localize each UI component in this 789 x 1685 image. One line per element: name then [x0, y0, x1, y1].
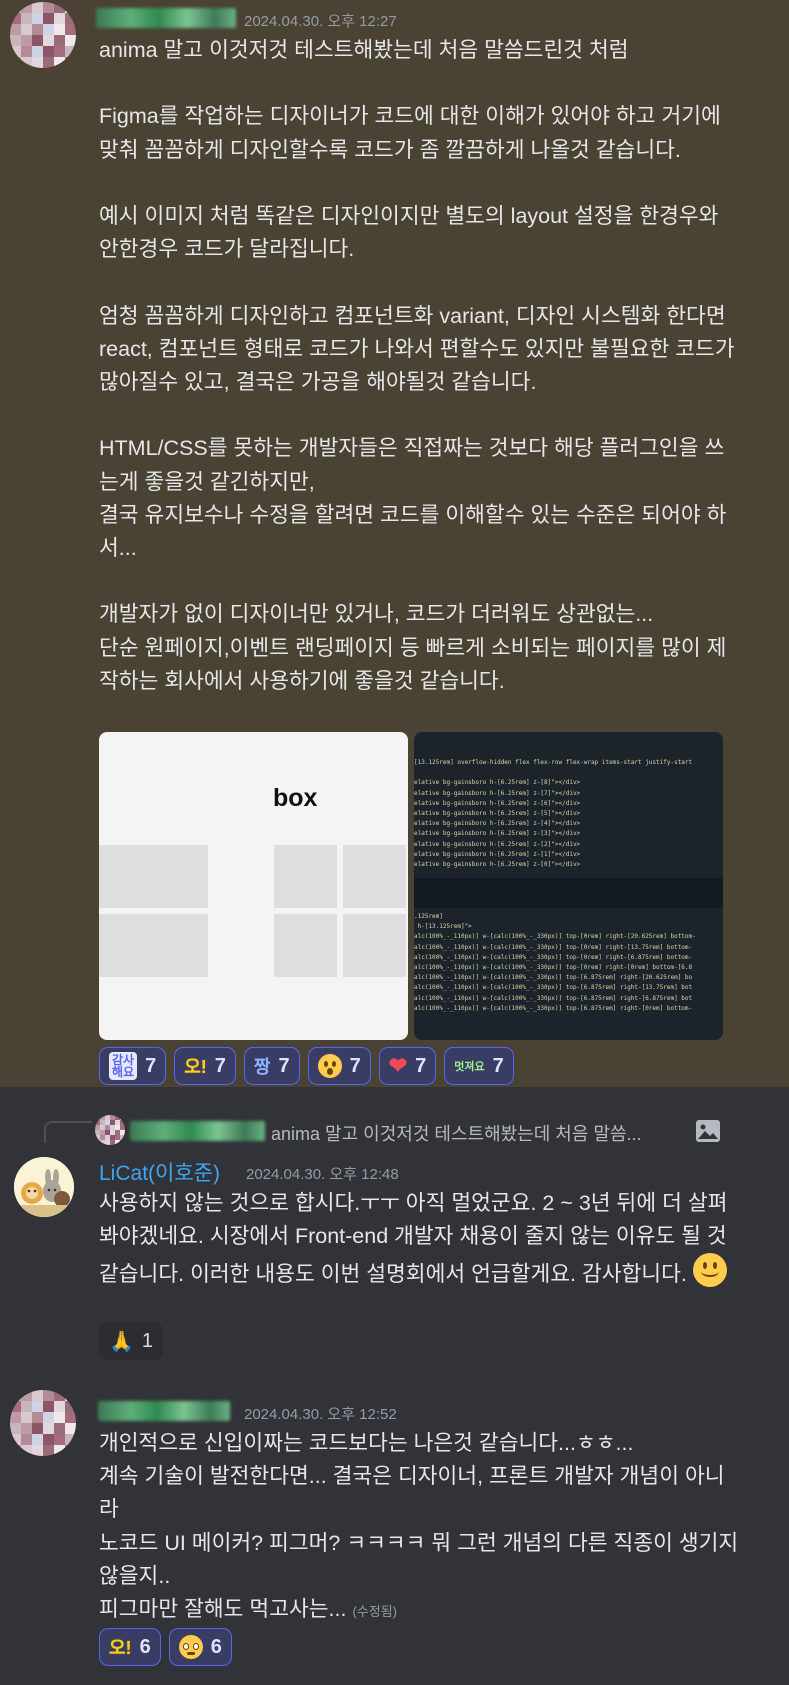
gray-square [145, 914, 208, 977]
reaction-count: 7 [415, 1054, 427, 1077]
code-line: elative bg-gainsboro h-[6.25rem] z-[3]">… [414, 830, 581, 838]
reaction-pray[interactable]: 🙏 1 [99, 1322, 164, 1360]
message-text: 개인적으로 신입이짜는 코드보다는 나은것 같습니다...ㅎㅎ... 계속 기술… [99, 1431, 739, 1622]
user-avatar-pixelated[interactable] [10, 2, 76, 68]
message-content: anima 말고 이것저것 테스트해봤는데 처음 말씀드린것 처럼 Figma를… [99, 38, 735, 693]
reply-preview-text[interactable]: anima 말고 이것저것 테스트해봤는데 처음 말씀... [271, 1120, 642, 1146]
reaction-thanks[interactable]: 감사 해요 7 [99, 1047, 167, 1085]
reaction-count: 1 [141, 1329, 154, 1352]
code-line: alc(100%_-_110px)] w-[calc(100%_-_330px)… [414, 933, 696, 941]
author-name[interactable]: LiCat(이호준) [99, 1157, 220, 1187]
code-line: alc(100%_-_110px)] w-[calc(100%_-_330px)… [414, 953, 693, 961]
reaction-jjang[interactable]: 짱 7 [243, 1047, 300, 1085]
code-line: elative bg-gainsboro h-[6.25rem] z-[6]">… [414, 799, 581, 807]
thanks-badge-icon: 감사 해요 [109, 1052, 138, 1080]
reaction-count: 6 [139, 1635, 151, 1658]
code-line: h-[13.125rem]"> [414, 923, 472, 931]
reaction-count: 7 [349, 1054, 361, 1077]
reaction-bar: 오! 6 6 [99, 1628, 232, 1666]
username-blurred[interactable] [96, 8, 236, 28]
reaction-bar: 🙏 1 [99, 1322, 164, 1360]
reaction-pleading[interactable]: 6 [168, 1628, 232, 1666]
folded-hands-icon: 🙏 [109, 1330, 134, 1353]
code-line: alc(100%_-_110px)] w-[calc(100%_-_330px)… [414, 974, 693, 982]
oh-text-icon: 오! [184, 1057, 207, 1077]
message-content: 개인적으로 신입이짜는 코드보다는 나은것 같습니다...ㅎㅎ... 계속 기술… [99, 1427, 739, 1628]
reply-connector [44, 1121, 92, 1143]
code-line: alc(100%_-_110px)] w-[calc(100%_-_330px)… [414, 943, 693, 951]
reaction-count: 6 [210, 1635, 222, 1658]
reaction-count: 7 [214, 1054, 226, 1077]
message-timestamp: 2024.04.30. 오후 12:27 [244, 13, 397, 30]
code-line: alc(100%_-_110px)] w-[calc(100%_-_330px)… [414, 994, 693, 1002]
message: 2024.04.30. 오후 12:52 개인적으로 신입이짜는 코드보다는 나… [0, 1377, 789, 1685]
message-timestamp: 2024.04.30. 오후 12:48 [246, 1166, 399, 1183]
reply-avatar-pixelated[interactable] [95, 1115, 125, 1145]
surprised-face-icon [317, 1054, 342, 1078]
pleading-face-icon [178, 1635, 203, 1659]
attachment-image-code-preview[interactable]: [13.125rem] overflow-hidden flex flex-ro… [414, 732, 723, 1040]
code-line: elative bg-gainsboro h-[6.25rem] z-[1]">… [414, 850, 581, 858]
gray-square [274, 845, 337, 908]
reaction-oh[interactable]: 오! 6 [99, 1628, 161, 1666]
cool-badge-icon: 멋져요 [454, 1061, 485, 1073]
gray-square [343, 845, 406, 908]
reply-username-blurred[interactable] [130, 1121, 265, 1141]
message-text: 사용하지 않는 것으로 합시다.ㅜㅜ 아직 멀었군요. 2 ~ 3년 뒤에 더 … [99, 1191, 733, 1287]
reaction-surprised[interactable]: 7 [307, 1047, 371, 1085]
message-highlighted: 2024.04.30. 오후 12:27 anima 말고 이것저것 테스트해봤… [0, 0, 789, 1087]
smile-face-icon [692, 1253, 727, 1297]
code-divider [414, 878, 723, 908]
reaction-count: 7 [145, 1054, 157, 1077]
code-line: alc(100%_-_110px)] w-[calc(100%_-_330px)… [414, 964, 693, 972]
code-line: elative bg-gainsboro h-[6.25rem] z-[4]">… [414, 820, 581, 828]
licat-avatar[interactable] [14, 1157, 74, 1217]
box-label: box [273, 784, 318, 812]
attachment-image-box-preview[interactable]: box [99, 732, 408, 1040]
message-reply: anima 말고 이것저것 테스트해봤는데 처음 말씀... LiCat(이호준… [0, 1087, 789, 1377]
code-block-bottom: .125rem] h-[13.125rem]"> alc(100%_-_110px… [414, 912, 723, 1014]
code-line: elative bg-gainsboro h-[6.25rem] z-[2]">… [414, 840, 581, 848]
reaction-count: 7 [492, 1054, 504, 1077]
edited-label: (수정됨) [352, 1604, 397, 1620]
message-timestamp: 2024.04.30. 오후 12:52 [244, 1406, 397, 1423]
code-line: alc(100%_-_110px)] w-[calc(100%_-_330px)… [414, 1004, 693, 1012]
gray-square [145, 845, 208, 908]
reaction-bar: 감사 해요 7 오! 7 짱 7 7 ❤ 7 멋져요 7 [99, 1047, 514, 1085]
message-content: 사용하지 않는 것으로 합시다.ㅜㅜ 아직 멀었군요. 2 ~ 3년 뒤에 더 … [99, 1187, 739, 1298]
heart-icon: ❤ [388, 1053, 408, 1078]
gray-square [343, 914, 406, 977]
code-line: .125rem] [414, 913, 443, 920]
code-line: [13.125rem] overflow-hidden flex flex-ro… [414, 759, 693, 766]
oh-text-icon: 오! [109, 1638, 132, 1658]
image-icon [696, 1120, 720, 1142]
user-avatar-pixelated[interactable] [10, 1390, 76, 1456]
code-line: elative bg-gainsboro h-[6.25rem] z-[5]">… [414, 810, 581, 818]
code-block-top: [13.125rem] overflow-hidden flex flex-ro… [414, 758, 723, 870]
reaction-cool[interactable]: 멋져요 7 [444, 1047, 514, 1085]
code-line: alc(100%_-_110px)] w-[calc(100%_-_330px)… [414, 984, 693, 992]
code-line: elative bg-gainsboro h-[6.25rem] z-[0]">… [414, 861, 581, 869]
jjang-text-icon: 짱 [253, 1057, 271, 1077]
gray-square [274, 914, 337, 977]
username-blurred[interactable] [98, 1401, 230, 1421]
code-line: elative bg-gainsboro h-[6.25rem] z-[8]">… [414, 779, 581, 787]
reaction-heart[interactable]: ❤ 7 [378, 1047, 437, 1085]
reaction-oh[interactable]: 오! 7 [174, 1047, 236, 1085]
code-line: elative bg-gainsboro h-[6.25rem] z-[7]">… [414, 789, 581, 797]
reaction-count: 7 [278, 1054, 290, 1077]
